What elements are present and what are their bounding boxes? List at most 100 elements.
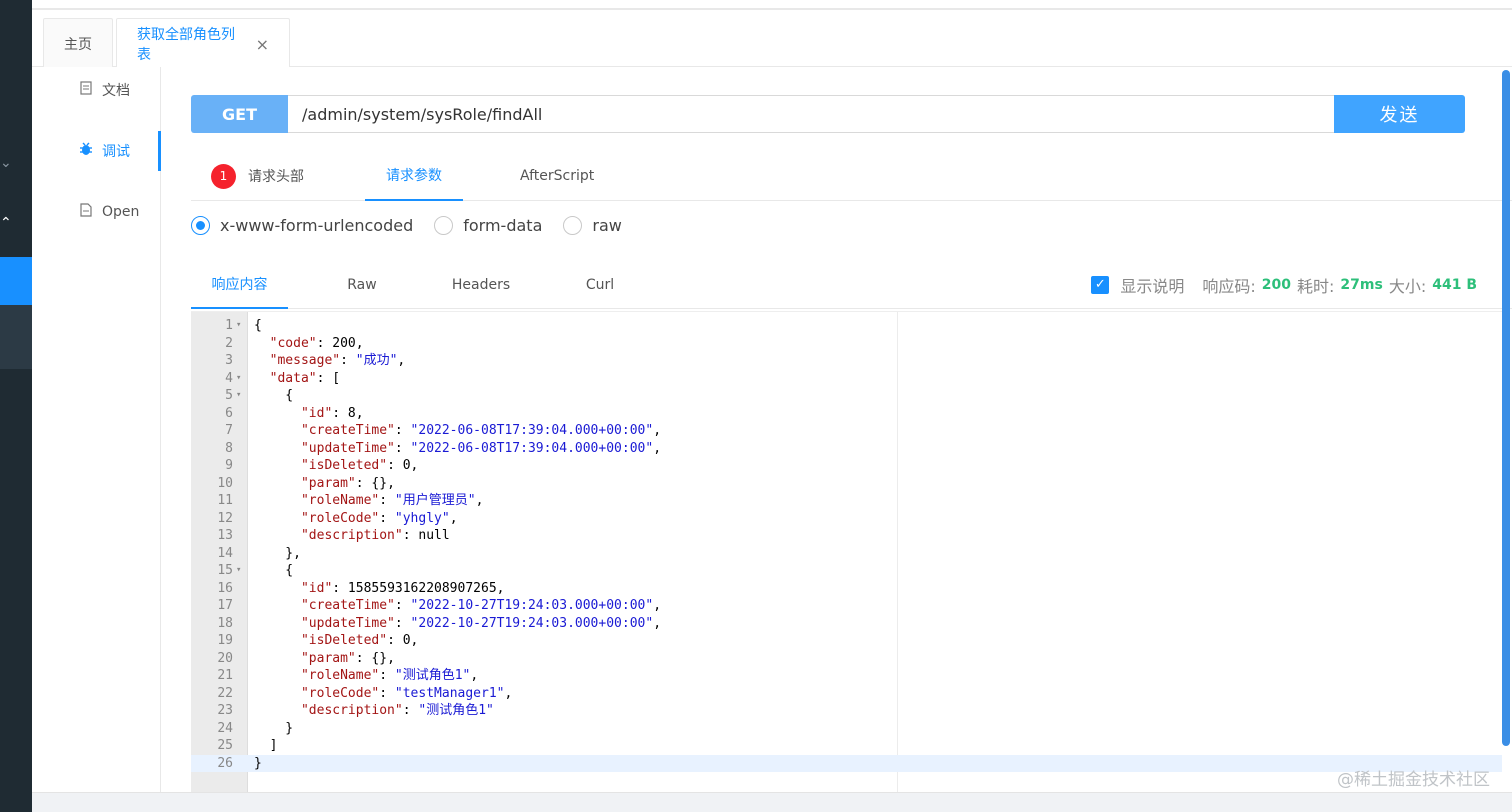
line-number: 18 xyxy=(217,615,233,631)
doc-menu-label: Open xyxy=(102,204,140,220)
fold-arrow-icon[interactable]: ▾ xyxy=(236,370,246,388)
radio-form-data[interactable]: form-data xyxy=(434,215,543,235)
code-line: 4 ▾ "data": [ xyxy=(191,370,1502,388)
response-code-editor[interactable]: 1 ▾{2 "code": 200, 3 "message": "成功", 4 ▾ "d… xyxy=(191,311,1502,793)
code-line: 7 "createTime": "2022-06-08T17:39:04.000… xyxy=(191,422,1502,440)
fold-arrow-icon[interactable]: ▾ xyxy=(236,387,246,405)
fold-arrow-icon[interactable]: ▾ xyxy=(236,317,246,335)
page-tabs: 主页 获取全部角色列表 × xyxy=(32,10,1512,69)
line-number: 8 xyxy=(225,440,233,456)
tab-response-headers[interactable]: Headers xyxy=(441,260,521,309)
code-text: "message": "成功", xyxy=(269,353,406,368)
line-number: 16 xyxy=(217,580,233,596)
url-input[interactable] xyxy=(288,95,1334,133)
line-number: 22 xyxy=(217,685,233,701)
show-desc-checkbox[interactable]: ✓ xyxy=(1091,275,1110,294)
tab-role-list-label: 获取全部角色列表 xyxy=(137,27,235,63)
size-value: 441 B xyxy=(1432,276,1477,293)
code-line: 15 ▾ { xyxy=(191,562,1502,580)
tab-request-headers[interactable]: 1 请求头部 xyxy=(211,151,304,201)
radio-dot[interactable] xyxy=(434,215,454,235)
code-text: "createTime": "2022-06-08T17:39:04.000+0… xyxy=(300,423,662,438)
radio-dot[interactable] xyxy=(563,215,583,235)
line-number: 14 xyxy=(217,545,233,561)
document-icon xyxy=(78,81,94,99)
code-text: ] xyxy=(254,738,278,753)
code-text: "roleCode": "testManager1", xyxy=(300,685,513,701)
radio-urlencoded[interactable]: x-www-form-urlencoded xyxy=(191,215,414,235)
line-number: 24 xyxy=(217,720,233,736)
nav-item-active[interactable] xyxy=(0,257,32,305)
watermark: @稀土掘金技术社区 xyxy=(1337,770,1490,790)
line-number: 4 xyxy=(225,370,233,386)
line-number: 12 xyxy=(217,510,233,526)
code-line: 3 "message": "成功", xyxy=(191,352,1502,370)
chevron-down-icon[interactable]: ⌄ xyxy=(0,156,14,170)
doc-menu-item-docs[interactable]: 文档 xyxy=(32,70,161,110)
tab-response-raw[interactable]: Raw xyxy=(322,260,402,309)
code-text: "description": null xyxy=(300,528,450,543)
request-tabs: 1 请求头部 请求参数 AfterScript xyxy=(191,151,1512,201)
time-label: 耗时: xyxy=(1297,276,1335,296)
line-number: 17 xyxy=(217,598,233,613)
send-button[interactable]: 发送 xyxy=(1334,95,1465,133)
code-line: 6 "id": 8, xyxy=(191,405,1502,423)
line-number: 9 xyxy=(225,458,233,473)
code-line: 25 ] xyxy=(191,737,1502,755)
response-meta: ✓ 显示说明 响应码: 200 耗时: 27ms 大小: 441 B xyxy=(1091,260,1483,309)
line-number: 19 xyxy=(217,633,233,648)
chevron-up-icon[interactable]: ⌃ xyxy=(0,216,14,230)
line-number: 15 xyxy=(217,563,233,578)
line-number: 3 xyxy=(225,353,233,368)
tab-request-params[interactable]: 请求参数 xyxy=(365,151,463,201)
line-number: 10 xyxy=(217,475,233,491)
code-text: "param": {}, xyxy=(300,650,395,666)
vertical-scrollbar[interactable] xyxy=(1502,70,1510,746)
code-text: "isDeleted": 0, xyxy=(300,633,419,648)
code-line: 2 "code": 200, xyxy=(191,335,1502,353)
code-line: 1 ▾ { xyxy=(191,317,1502,335)
tab-label: 请求参数 xyxy=(386,168,442,184)
tab-response-content[interactable]: 响应内容 xyxy=(191,260,288,309)
tab-home[interactable]: 主页 xyxy=(43,18,113,68)
code-text: } xyxy=(254,720,294,736)
line-number: 21 xyxy=(217,668,233,683)
radio-label: x-www-form-urlencoded xyxy=(220,215,414,235)
code-text: "createTime": "2022-10-27T19:24:03.000+0… xyxy=(300,598,662,613)
line-number: 1 xyxy=(225,318,233,333)
request-url-bar: GET 发送 xyxy=(191,95,1465,133)
doc-menu-item-open[interactable]: Open xyxy=(32,192,161,232)
line-number: 20 xyxy=(217,650,233,666)
code-line: 8 "updateTime": "2022-06-08T17:39:04.000… xyxy=(191,440,1502,458)
code-line: 26} xyxy=(191,754,1502,772)
radio-dot[interactable] xyxy=(191,215,210,235)
tab-afterscript[interactable]: AfterScript xyxy=(520,151,594,201)
bug-icon xyxy=(78,142,94,160)
doc-menu-item-debug[interactable]: 调试 xyxy=(32,131,161,171)
tab-role-list[interactable]: 获取全部角色列表 × xyxy=(116,18,290,69)
radio-label: raw xyxy=(592,215,622,235)
nav-sidebar: ⌄ ⌃ xyxy=(0,0,32,812)
radio-raw[interactable]: raw xyxy=(563,215,622,235)
code-line: 24 } xyxy=(191,720,1502,738)
debug-panel: GET 发送 1 请求头部 请求参数 AfterScript x-www-for… xyxy=(162,67,1512,812)
code-text: "roleName": "测试角色1", xyxy=(300,668,479,683)
code-line: 14 }, xyxy=(191,545,1502,563)
line-number: 23 xyxy=(217,703,233,718)
nav-submenu[interactable] xyxy=(0,305,32,369)
line-number: 13 xyxy=(217,528,233,543)
code-line: 10 "param": {}, xyxy=(191,475,1502,493)
tab-response-curl[interactable]: Curl xyxy=(560,260,640,309)
code-text: { xyxy=(254,388,294,403)
code-line: 5 ▾ { xyxy=(191,387,1502,405)
code-text: { xyxy=(254,563,294,578)
http-method[interactable]: GET xyxy=(191,95,288,133)
close-icon[interactable]: × xyxy=(256,35,269,54)
status-code-label: 响应码: xyxy=(1202,276,1256,296)
code-text: "id": 1585593162208907265, xyxy=(300,580,505,596)
body-type-radios: x-www-form-urlencoded form-data raw xyxy=(191,214,643,236)
doc-side-menu: 文档 调试 Open xyxy=(32,67,161,812)
radio-label: form-data xyxy=(463,215,543,235)
code-text: "roleName": "用户管理员", xyxy=(300,493,484,508)
fold-arrow-icon[interactable]: ▾ xyxy=(236,562,246,580)
